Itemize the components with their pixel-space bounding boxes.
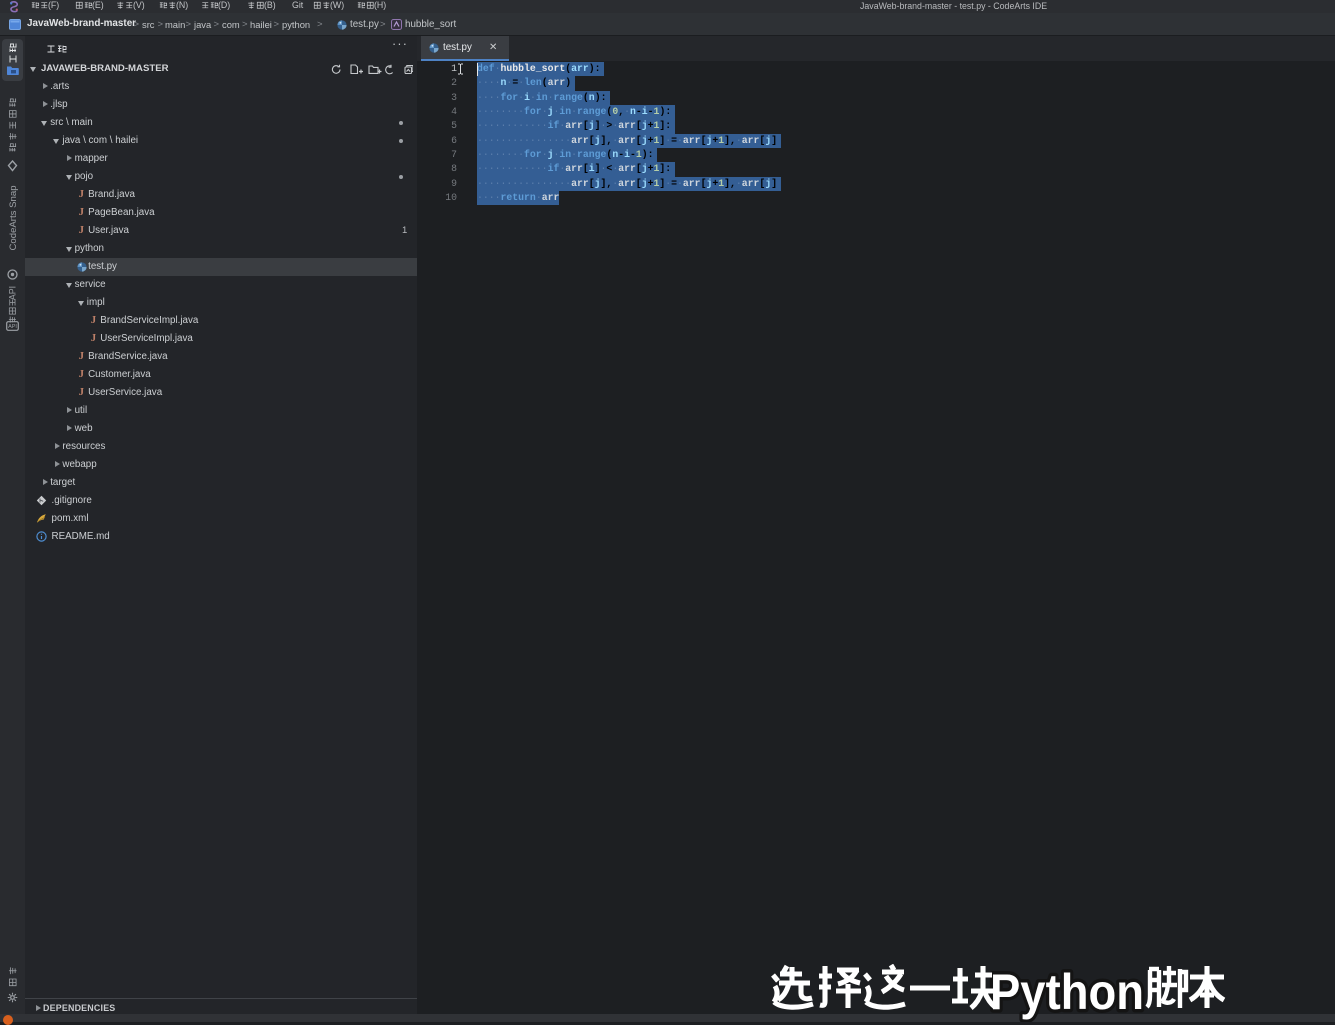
svg-text:API: API (8, 324, 17, 330)
svg-text:Python: Python (990, 964, 1144, 1020)
